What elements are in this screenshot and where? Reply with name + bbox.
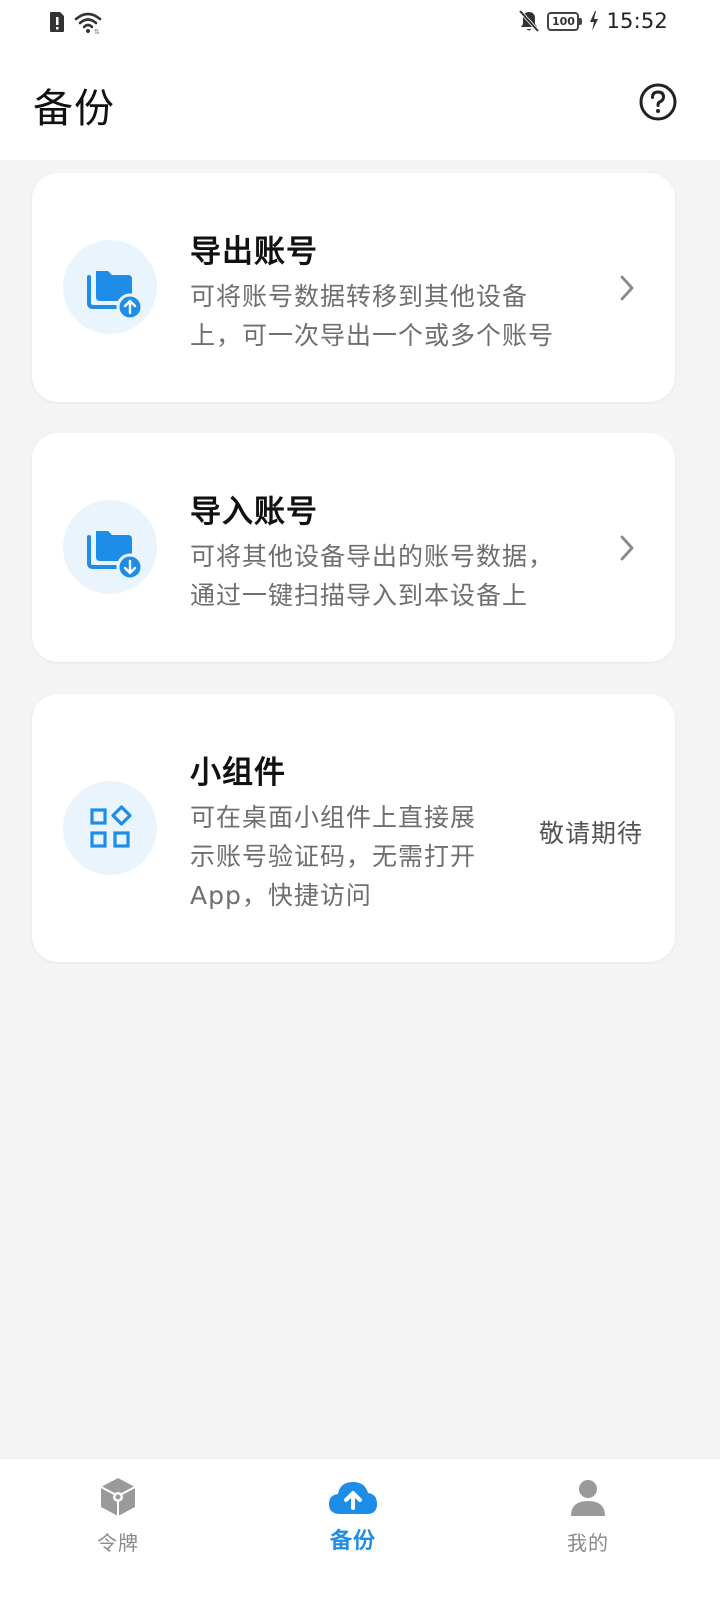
widget-desc: 可在桌面小组件上直接展 示账号验证码，无需打开 App，快捷访问 bbox=[190, 798, 476, 915]
widget-desc-line-3: App，快捷访问 bbox=[190, 881, 372, 910]
widget-desc-line-1: 可在桌面小组件上直接展 bbox=[190, 803, 477, 832]
header: 备份 bbox=[0, 70, 720, 140]
nav-label-token: 令牌 bbox=[97, 1531, 139, 1555]
folder-download-icon bbox=[87, 531, 142, 579]
coming-soon-label: 敬请期待 bbox=[538, 819, 643, 848]
cloud-upload-icon bbox=[329, 1482, 377, 1514]
nav-item-backup[interactable]: 备份 bbox=[283, 1459, 423, 1579]
widget-card[interactable]: 小组件 可在桌面小组件上直接展 示账号验证码，无需打开 App，快捷访问 敬请期… bbox=[32, 694, 675, 962]
wifi-icon: ⇅ bbox=[74, 12, 102, 34]
chevron-right-icon[interactable] bbox=[617, 273, 637, 303]
widgets-icon bbox=[90, 805, 132, 848]
status-bar: ⇅ 100 15:52 bbox=[0, 0, 720, 50]
import-desc-line-2: 通过一键扫描导入到本设备上 bbox=[190, 581, 529, 610]
export-desc-line-1: 可将账号数据转移到其他设备 bbox=[190, 282, 529, 311]
chevron-right-icon[interactable] bbox=[617, 533, 637, 563]
import-icon-circle bbox=[63, 500, 157, 594]
widget-icon-circle bbox=[63, 781, 157, 875]
export-account-card[interactable]: 导出账号 可将账号数据转移到其他设备 上，可一次导出一个或多个账号 bbox=[32, 173, 675, 402]
export-icon-circle bbox=[63, 240, 157, 334]
nav-label-backup: 备份 bbox=[329, 1529, 376, 1554]
status-left: ⇅ bbox=[48, 10, 104, 34]
widget-title: 小组件 bbox=[190, 755, 286, 791]
status-right: 100 15:52 bbox=[518, 9, 668, 33]
charging-bolt-icon bbox=[590, 11, 599, 31]
export-title: 导出账号 bbox=[190, 234, 318, 270]
token-cube-icon bbox=[100, 1478, 136, 1516]
nav-item-mine[interactable]: 我的 bbox=[518, 1459, 658, 1579]
import-desc-line-1: 可将其他设备导出的账号数据， bbox=[190, 542, 555, 571]
export-desc-line-2: 上，可一次导出一个或多个账号 bbox=[190, 321, 555, 350]
top-area: ⇅ 100 15:52 备份 bbox=[0, 0, 720, 160]
folder-upload-icon bbox=[87, 271, 142, 319]
bell-muted-icon bbox=[519, 9, 540, 33]
help-circle-icon[interactable] bbox=[638, 82, 678, 122]
export-desc: 可将账号数据转移到其他设备 上，可一次导出一个或多个账号 bbox=[190, 277, 554, 355]
sim-alert-icon bbox=[50, 12, 64, 32]
svg-text:⇅: ⇅ bbox=[94, 28, 100, 34]
nav-label-mine: 我的 bbox=[567, 1531, 609, 1555]
import-title: 导入账号 bbox=[190, 494, 318, 530]
status-time: 15:52 bbox=[606, 9, 668, 33]
page-title: 备份 bbox=[33, 86, 115, 132]
import-desc: 可将其他设备导出的账号数据， 通过一键扫描导入到本设备上 bbox=[190, 537, 554, 615]
bottom-nav: 令牌 备份 我的 bbox=[0, 1458, 720, 1601]
import-account-card[interactable]: 导入账号 可将其他设备导出的账号数据， 通过一键扫描导入到本设备上 bbox=[32, 433, 675, 662]
battery-icon: 100 bbox=[547, 11, 583, 31]
person-icon bbox=[571, 1480, 605, 1516]
nav-item-token[interactable]: 令牌 bbox=[48, 1459, 188, 1579]
widget-desc-line-2: 示账号验证码，无需打开 bbox=[190, 842, 477, 871]
